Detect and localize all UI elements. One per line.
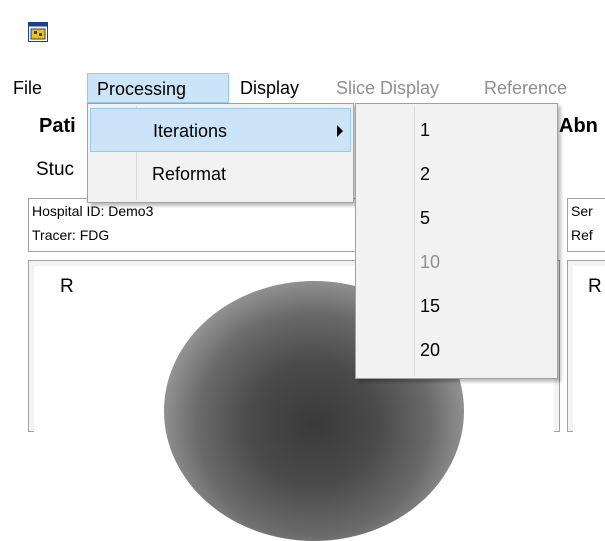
abnormal-label: Abn: [559, 115, 598, 137]
iterations-option-15[interactable]: 15: [420, 284, 540, 328]
image-view-right[interactable]: R: [567, 260, 605, 436]
iterations-option-1[interactable]: 1: [420, 108, 540, 152]
iterations-option-10[interactable]: 10: [420, 240, 540, 284]
orientation-marker-left: R: [60, 276, 74, 297]
app-window-icon[interactable]: [28, 22, 48, 42]
hospital-id-text: Hospital ID: Demo3: [32, 203, 154, 219]
iterations-submenu: 1 2 5 10 15 20: [355, 103, 558, 379]
image-canvas-right[interactable]: R: [573, 266, 605, 436]
orientation-marker-right: R: [588, 276, 602, 297]
menu-item-reformat-label: Reformat: [152, 164, 227, 184]
menu-display[interactable]: Display: [240, 73, 299, 103]
iterations-option-2[interactable]: 2: [420, 152, 540, 196]
title-bar: [0, 0, 605, 64]
menu-bar: File Processing Display Slice Display Re…: [0, 73, 605, 103]
patient-label: Pati: [39, 115, 76, 137]
series-info-box: Ser Ref: [567, 198, 605, 252]
menu-item-reformat[interactable]: Reformat: [90, 152, 351, 196]
menu-item-iterations-label: Iterations: [153, 121, 228, 141]
series-text: Ser: [571, 203, 593, 219]
menu-file[interactable]: File: [13, 73, 42, 103]
iterations-option-20[interactable]: 20: [420, 328, 540, 372]
study-label: Stuc: [36, 159, 75, 180]
menu-item-iterations[interactable]: Iterations: [90, 108, 351, 152]
patient-info-box: Hospital ID: Demo3 Tracer: FDG: [28, 198, 360, 252]
tracer-text: Tracer: FDG: [32, 227, 110, 243]
menu-reference[interactable]: Reference: [484, 73, 567, 103]
reference-text: Ref: [571, 227, 593, 243]
menu-processing[interactable]: Processing: [87, 73, 229, 103]
processing-dropdown: Iterations Reformat: [87, 103, 354, 203]
menu-slice-display[interactable]: Slice Display: [336, 73, 439, 103]
iterations-option-5[interactable]: 5: [420, 196, 540, 240]
submenu-arrow-icon: [337, 125, 343, 137]
submenu-separator: [414, 106, 415, 376]
